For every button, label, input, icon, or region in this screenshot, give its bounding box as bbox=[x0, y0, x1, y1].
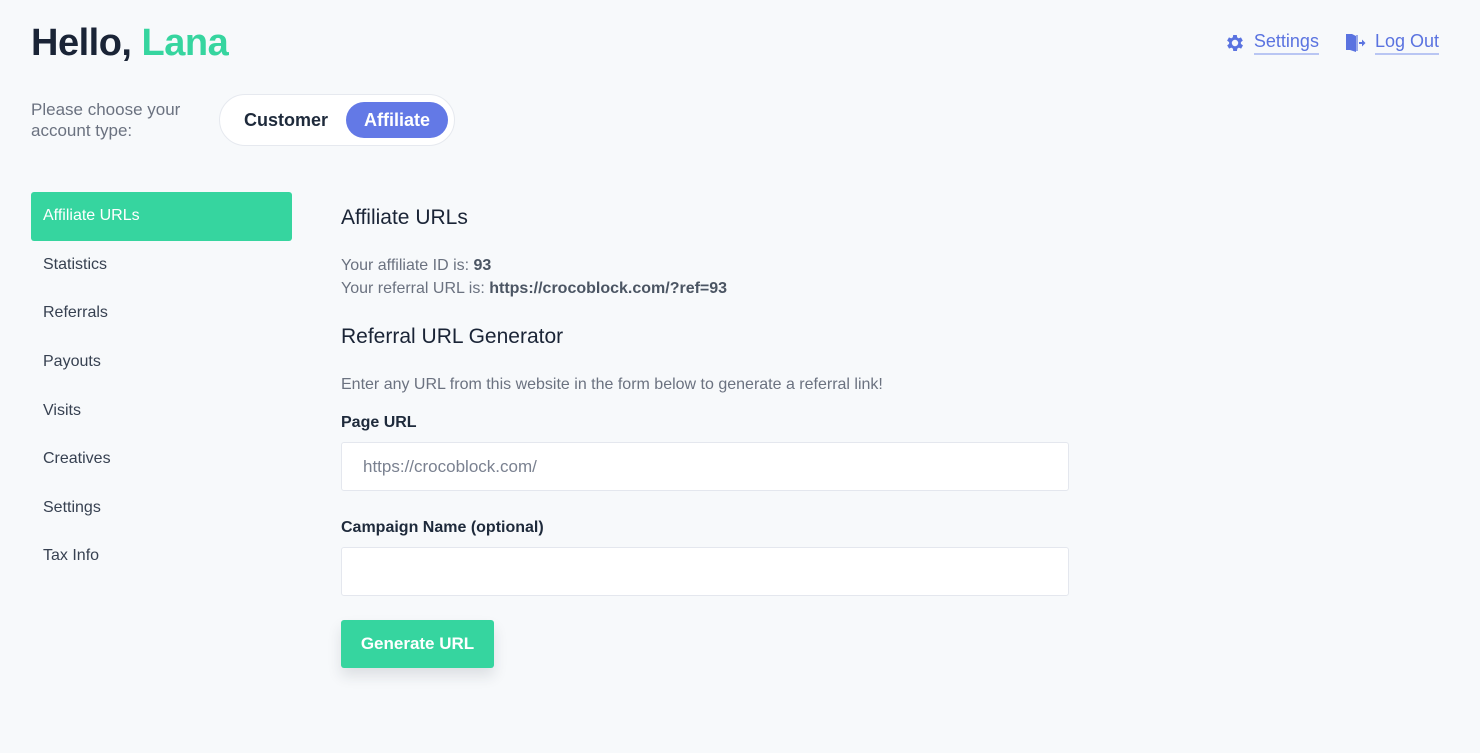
logout-link-label: Log Out bbox=[1374, 31, 1439, 55]
page-url-label: Page URL bbox=[341, 414, 417, 431]
affiliate-info: Your affiliate ID is: 93 Your referral U… bbox=[341, 254, 1069, 300]
account-type-selector: Please choose your account type: Custome… bbox=[31, 94, 456, 146]
generate-url-button[interactable]: Generate URL bbox=[341, 620, 494, 668]
gear-icon bbox=[1224, 32, 1246, 54]
user-name: Lana bbox=[141, 22, 229, 64]
referral-url-line: Your referral URL is: https://crocoblock… bbox=[341, 277, 1069, 300]
settings-link[interactable]: Settings bbox=[1224, 31, 1319, 55]
campaign-name-label: Campaign Name (optional) bbox=[341, 519, 544, 536]
section-title: Affiliate URLs bbox=[341, 206, 468, 229]
sidebar-item-referrals[interactable]: Referrals bbox=[31, 289, 292, 338]
sidebar-item-statistics[interactable]: Statistics bbox=[31, 241, 292, 290]
affiliate-id-value: 93 bbox=[473, 257, 492, 274]
sidebar-item-affiliate-urls[interactable]: Affiliate URLs bbox=[31, 192, 292, 241]
greeting-text: Hello, bbox=[31, 22, 132, 64]
generator-description: Enter any URL from this website in the f… bbox=[341, 376, 883, 393]
sidebar-item-visits[interactable]: Visits bbox=[31, 386, 292, 435]
settings-link-label: Settings bbox=[1253, 31, 1319, 55]
sidebar-item-settings[interactable]: Settings bbox=[31, 484, 292, 533]
referral-url-label: Your referral URL is: bbox=[341, 280, 485, 297]
affiliate-option[interactable]: Affiliate bbox=[346, 102, 449, 138]
sidebar-item-payouts[interactable]: Payouts bbox=[31, 338, 292, 387]
main-content: Affiliate URLs Your affiliate ID is: 93 … bbox=[341, 206, 1069, 668]
sidebar-item-creatives[interactable]: Creatives bbox=[31, 435, 292, 484]
campaign-name-input[interactable] bbox=[341, 547, 1069, 596]
customer-option[interactable]: Customer bbox=[226, 102, 346, 138]
referral-url-value: https://crocoblock.com/?ref=93 bbox=[489, 280, 728, 297]
sidebar-item-tax-info[interactable]: Tax Info bbox=[31, 532, 292, 581]
page-url-input[interactable] bbox=[341, 442, 1069, 491]
logout-link[interactable]: Log Out bbox=[1343, 31, 1439, 55]
top-links: Settings Log Out bbox=[1224, 31, 1439, 55]
generator-title: Referral URL Generator bbox=[341, 325, 564, 348]
sidebar-nav: Affiliate URLs Statistics Referrals Payo… bbox=[31, 192, 292, 581]
greeting-heading: Hello, Lana bbox=[31, 22, 229, 65]
account-type-prompt: Please choose your account type: bbox=[31, 100, 181, 140]
door-exit-icon bbox=[1343, 31, 1367, 55]
affiliate-id-line: Your affiliate ID is: 93 bbox=[341, 254, 1069, 277]
affiliate-id-label: Your affiliate ID is: bbox=[341, 257, 470, 274]
account-type-switch: Customer Affiliate bbox=[219, 94, 456, 146]
